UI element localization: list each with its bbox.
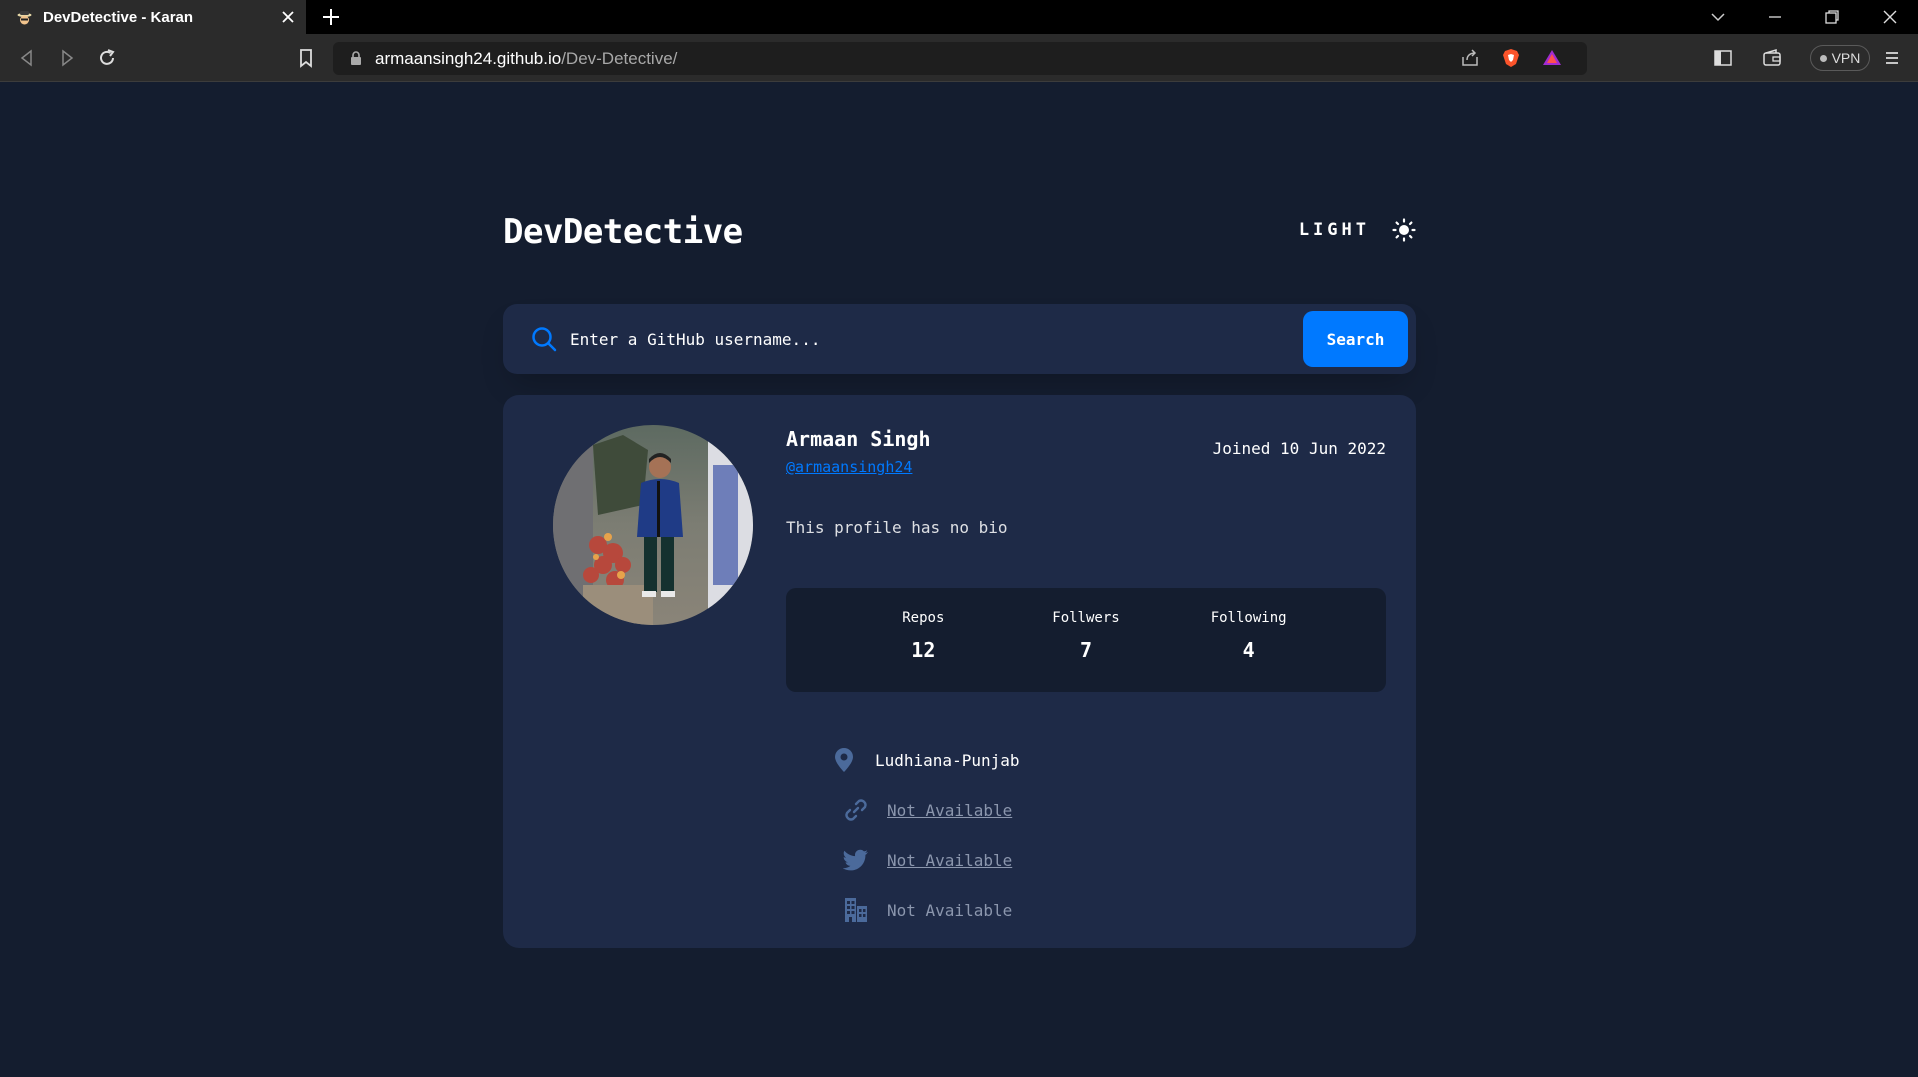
search-bar: Search	[503, 304, 1416, 374]
vpn-status-dot	[1819, 54, 1827, 62]
tab-title: DevDetective - Karan	[43, 8, 194, 26]
search-icon	[532, 327, 557, 352]
twitter-row: Not Available	[843, 835, 1343, 885]
company-text: Not Available	[887, 900, 1013, 920]
vpn-label: VPN	[1831, 50, 1861, 66]
joined-date: Joined 10 Jun 2022	[1212, 439, 1386, 458]
profile-bio: This profile has no bio	[786, 518, 1008, 537]
wallet-icon[interactable]	[1761, 47, 1783, 69]
location-text: Ludhiana-Punjab	[875, 750, 1020, 770]
lock-icon	[351, 51, 361, 65]
stat-value: 4	[1242, 638, 1255, 662]
stat-label: Repos	[902, 610, 945, 626]
url-text: armaansingh24.github.io/Dev-Detective/	[375, 49, 678, 68]
username-search-input[interactable]	[570, 319, 1270, 359]
detective-favicon-icon	[17, 10, 32, 24]
sun-icon	[1392, 218, 1416, 242]
stat-value: 12	[911, 638, 936, 662]
profile-username-link[interactable]: @armaansingh24	[786, 458, 912, 476]
avatar-photo	[553, 425, 753, 625]
brave-shields-icon[interactable]	[1500, 47, 1522, 69]
minimize-icon[interactable]	[1764, 6, 1786, 28]
stat-repos: Repos 12	[853, 588, 993, 692]
website-row: Not Available	[843, 785, 1343, 835]
stats-panel: Repos 12 Follwers 7 Following 4	[786, 588, 1386, 692]
browser-tab[interactable]: DevDetective - Karan	[0, 0, 306, 34]
browser-titlebar: DevDetective - Karan	[0, 0, 1918, 34]
app-header: DevDetective LIGHT	[503, 212, 1416, 262]
company-building-icon	[843, 897, 869, 923]
company-row: Not Available	[843, 885, 1343, 935]
address-bar[interactable]: armaansingh24.github.io/Dev-Detective/	[333, 42, 1587, 75]
bookmark-icon[interactable]	[295, 47, 317, 69]
theme-label: LIGHT	[1298, 220, 1370, 240]
stat-label: Follwers	[1052, 610, 1120, 626]
close-tab-icon[interactable]	[278, 7, 298, 27]
stat-followers: Follwers 7	[1016, 588, 1156, 692]
forward-icon[interactable]	[56, 47, 78, 69]
stat-label: Following	[1210, 610, 1287, 626]
share-icon[interactable]	[1459, 47, 1481, 69]
back-icon[interactable]	[16, 47, 38, 69]
stat-following: Following 4	[1179, 588, 1319, 692]
close-window-icon[interactable]	[1879, 6, 1901, 28]
avatar	[553, 425, 753, 625]
app-logo: DevDetective	[503, 212, 743, 252]
website-link[interactable]: Not Available	[887, 801, 1012, 820]
tab-search-chevron-icon[interactable]	[1707, 6, 1729, 28]
vpn-button[interactable]: VPN	[1810, 45, 1870, 71]
reload-icon[interactable]	[96, 47, 118, 69]
search-button[interactable]: Search	[1303, 311, 1408, 367]
stat-value: 7	[1079, 638, 1092, 662]
twitter-icon	[843, 847, 869, 873]
profile-card: Armaan Singh @armaansingh24 Joined 10 Ju…	[503, 395, 1416, 948]
link-icon	[843, 797, 869, 823]
menu-icon[interactable]	[1881, 47, 1903, 69]
sidebar-icon[interactable]	[1712, 47, 1734, 69]
restore-icon[interactable]	[1821, 6, 1843, 28]
brave-rewards-icon[interactable]	[1541, 47, 1563, 69]
location-row: Ludhiana-Punjab	[831, 735, 1343, 785]
location-pin-icon	[831, 747, 857, 773]
new-tab-icon[interactable]	[320, 6, 342, 28]
browser-toolbar: armaansingh24.github.io/Dev-Detective/ V…	[0, 34, 1918, 82]
twitter-link[interactable]: Not Available	[887, 851, 1012, 870]
profile-name: Armaan Singh	[786, 427, 931, 451]
profile-links: Ludhiana-Punjab Not Available Not Availa…	[835, 735, 1343, 935]
theme-toggle[interactable]: LIGHT	[1299, 218, 1416, 242]
